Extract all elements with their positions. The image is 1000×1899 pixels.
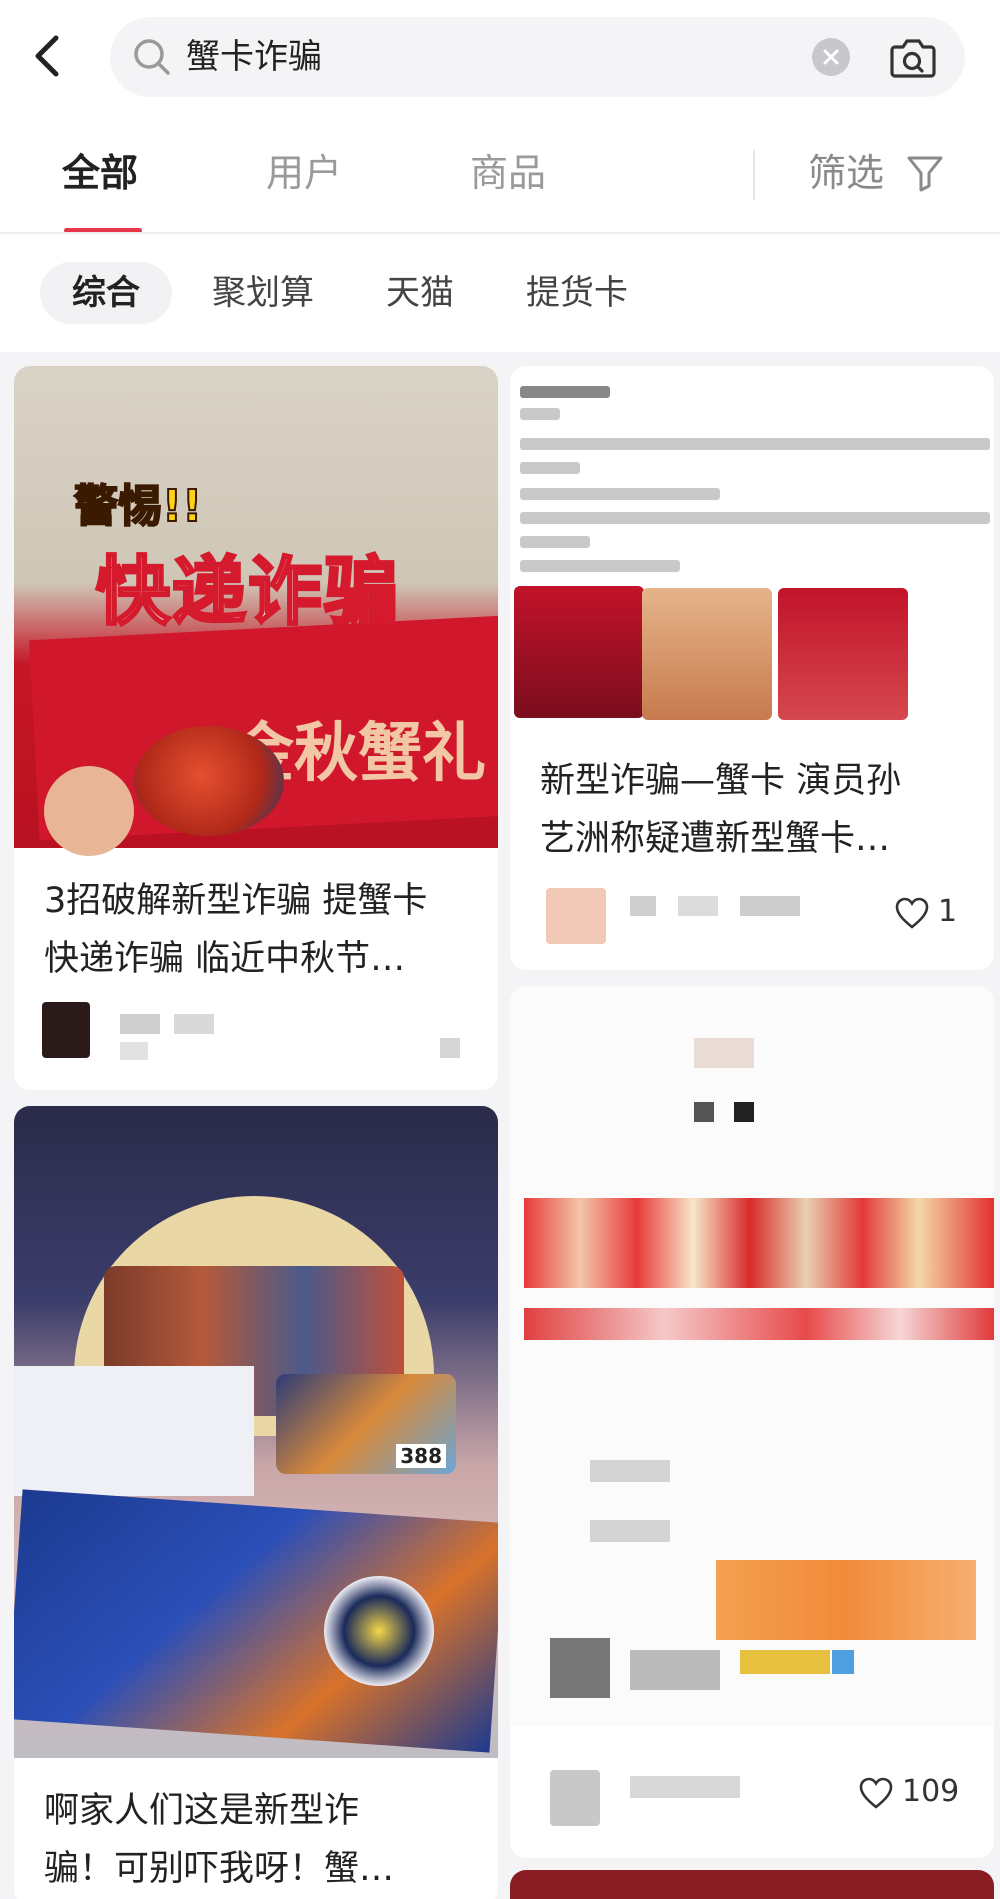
astronaut-illustration [324,1576,434,1686]
tab-products[interactable]: 商品 [470,150,546,196]
post-line [520,462,580,474]
blur-block [694,1038,754,1068]
hand-thumb [44,766,134,856]
post-line [520,438,990,450]
chip-pickup-card[interactable]: 提货卡 [526,262,628,324]
like-count-value: 109 [902,1774,960,1809]
card-image: 388 [14,1106,498,1758]
blurred-author-name [630,896,656,916]
like-count-value: 1 [938,894,958,929]
post-photo [642,588,772,720]
result-card[interactable]: 109 [510,986,994,1858]
blur-block [590,1460,670,1482]
card-title: 3招破解新型诈骗 提蟹卡 快递诈骗 临近中秋节… [44,872,484,988]
search-icon [134,39,170,75]
heart-icon [859,1777,893,1809]
blur-block [590,1520,670,1542]
blur-block [832,1650,854,1674]
image-caption-title: 快递诈骗 [95,548,400,637]
card-title-line: 艺洲称疑遭新型蟹卡… [540,819,891,859]
tab-all[interactable]: 全部 [62,150,138,196]
post-photo [778,588,908,720]
card-image: 警惕!! 快递诈骗 金秋蟹礼 [14,366,498,856]
back-arrow-icon[interactable] [26,28,70,84]
blur-block [740,1650,830,1674]
card-title-line: 3招破解新型诈骗 提蟹卡 [44,881,428,921]
card-image-blurred [510,986,994,1726]
tab-divider [753,150,755,200]
card-price: 388 [396,1444,446,1468]
card-title: 啊家人们这是新型诈 骗！可别吓我呀！蟹… [44,1782,484,1898]
card-image [510,366,994,720]
chip-comprehensive[interactable]: 综合 [40,262,172,324]
chip-juhuasuan[interactable]: 聚划算 [212,262,314,324]
blurred-author-name [740,896,800,916]
filter-button[interactable]: 筛选 [808,150,884,196]
result-card[interactable]: 警惕!! 快递诈骗 金秋蟹礼 3招破解新型诈骗 提蟹卡 快递诈骗 临近中秋节… [14,366,498,1090]
result-card-partial[interactable] [510,1870,994,1899]
tab-users[interactable]: 用户 [266,150,342,196]
card-title-line: 快递诈骗 临近中秋节… [44,939,406,979]
result-card[interactable]: 新型诈骗—蟹卡 演员孙 艺洲称疑遭新型蟹卡… 1 [510,366,994,970]
search-bar[interactable]: 蟹卡诈骗 [110,17,965,97]
card-title-line: 啊家人们这是新型诈 [44,1791,360,1831]
card-title: 新型诈骗—蟹卡 演员孙 艺洲称疑遭新型蟹卡… [540,752,980,868]
header: 蟹卡诈骗 全部 用户 商品 筛选 [0,0,1000,234]
author-avatar[interactable] [550,1770,600,1826]
clear-icon[interactable] [812,38,850,76]
blur-block [524,1198,994,1288]
author-avatar[interactable] [546,888,606,944]
blurred-author-name [678,896,718,916]
blurred-author-name [174,1014,214,1034]
author-avatar[interactable] [42,1002,90,1058]
post-line [520,408,560,420]
post-line [520,512,990,524]
filter-funnel-icon[interactable] [905,152,945,194]
blur-block [694,1102,714,1122]
post-line [520,488,720,500]
voucher-card [14,1366,254,1496]
camera-search-icon[interactable] [888,33,938,81]
post-photo [514,586,644,718]
blurred-author-name [630,1776,740,1798]
post-line [520,536,590,548]
post-header-line [520,386,610,398]
image-caption-warning: 警惕!! [73,480,203,533]
blurred-author-name [120,1014,160,1034]
card-title-line: 新型诈骗—蟹卡 演员孙 [540,761,902,801]
result-card[interactable]: 388 啊家人们这是新型诈 骗！可别吓我呀！蟹… [14,1106,498,1899]
heart-icon [895,897,929,929]
like-count[interactable]: 109 [858,1774,959,1810]
blurred-author-name [120,1042,148,1060]
card-title-line: 骗！可别吓我呀！蟹… [44,1849,395,1889]
blur-block [550,1638,610,1698]
blur-block [630,1650,720,1690]
blurred-like-count [440,1038,460,1058]
blur-block [524,1308,994,1340]
chip-tmall[interactable]: 天猫 [386,262,454,324]
search-results-screen: 蟹卡诈骗 全部 用户 商品 筛选 综合 聚划算 天猫 提货卡 警惕!! 快递诈骗… [0,0,1000,1899]
sort-chips: 综合 聚划算 天猫 提货卡 [0,234,1000,352]
astronaut-card: 388 [276,1374,456,1474]
crab-illustration [134,726,284,836]
post-line [520,560,680,572]
search-query[interactable]: 蟹卡诈骗 [186,36,322,78]
result-type-tabs: 全部 用户 商品 筛选 [0,140,1000,233]
like-count[interactable]: 1 [894,894,957,930]
blur-block [716,1560,976,1640]
blur-block [734,1102,754,1122]
